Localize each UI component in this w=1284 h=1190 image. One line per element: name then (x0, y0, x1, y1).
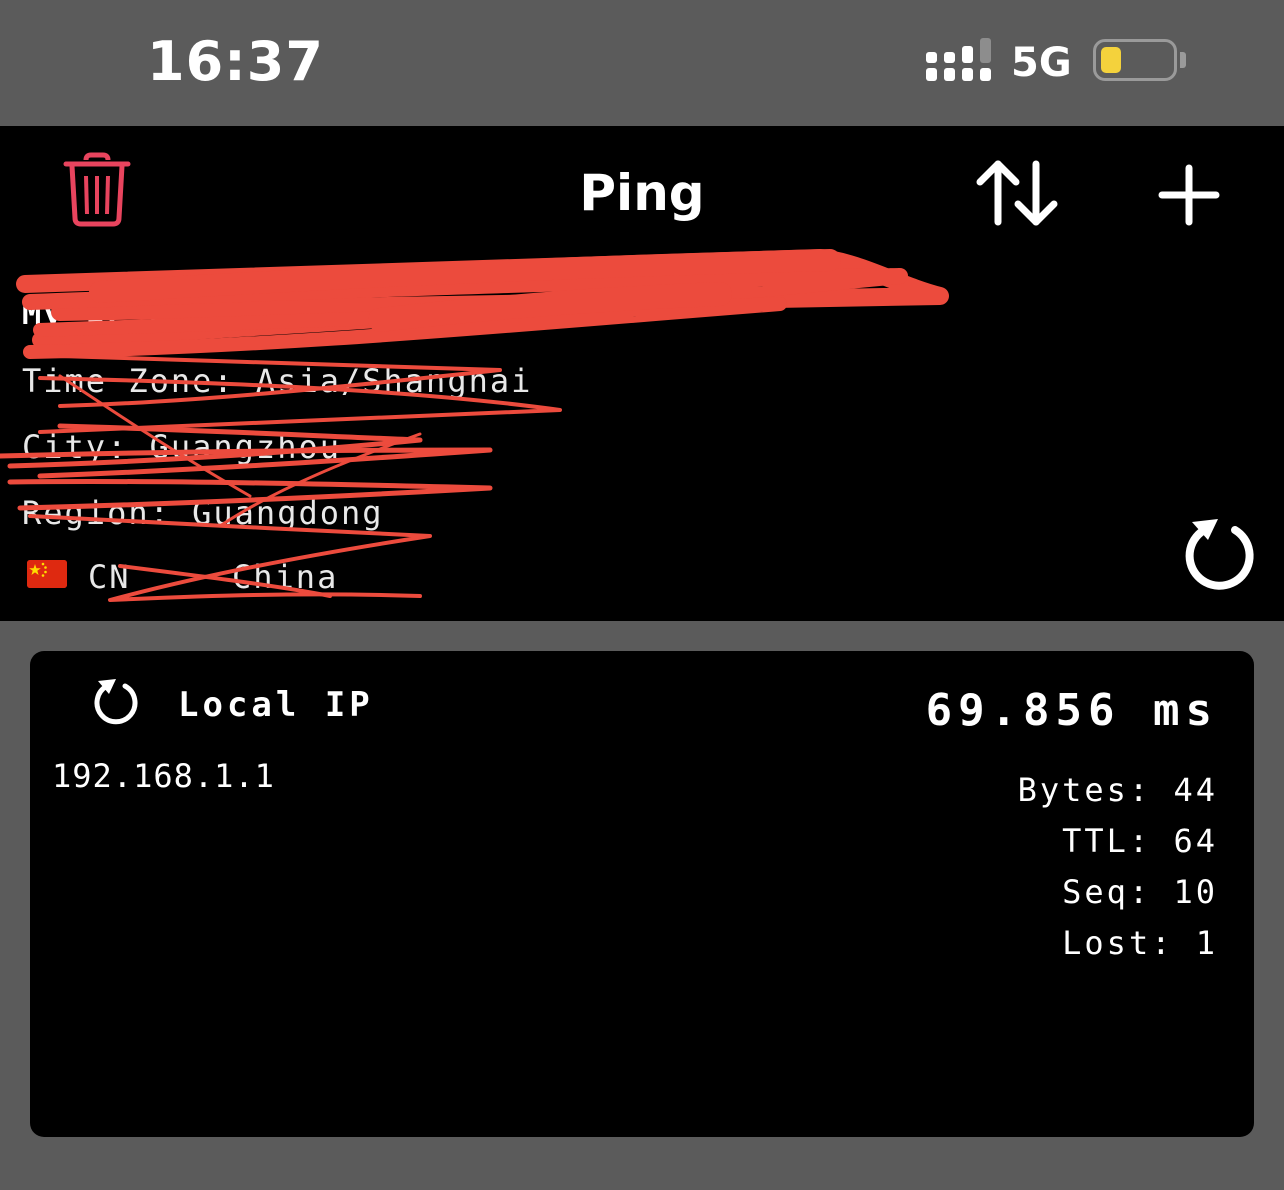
plus-icon[interactable] (1158, 164, 1220, 226)
ttl-stat: TTL: 64 (1062, 822, 1218, 860)
latency-value: 69.856 ms (925, 685, 1218, 736)
country-code: CN (88, 558, 131, 596)
card-title: Local IP (178, 685, 374, 725)
cellular-signal-icon (926, 38, 991, 81)
region-text: Region: Guangdong (22, 494, 384, 532)
refresh-icon[interactable] (1180, 516, 1258, 594)
status-bar: 16:37 5G (0, 0, 1284, 126)
network-type: 5G (1011, 40, 1072, 86)
bytes-stat: Bytes: 44 (1017, 771, 1218, 809)
country-name: China (232, 558, 339, 596)
card-ip-address: 192.168.1.1 (52, 757, 275, 795)
seq-stat: Seq: 10 (1062, 873, 1218, 911)
page-title: Ping (579, 164, 705, 222)
city-text: City: Guangzhou (22, 428, 341, 466)
ip-info-panel: Ping My IP Address: Time Zone: Asia/Shan… (0, 126, 1284, 621)
timezone-text: Time Zone: Asia/Shanghai (22, 362, 533, 400)
battery-level (1101, 47, 1121, 73)
lost-stat: Lost: 1 (1062, 924, 1218, 962)
battery-cap (1180, 52, 1186, 68)
china-flag-icon (27, 560, 67, 588)
ping-card[interactable]: Local IP 192.168.1.1 69.856 ms Bytes: 44… (30, 651, 1254, 1137)
status-time: 16:37 (147, 30, 324, 93)
my-ip-label: My IP Address: (22, 294, 320, 332)
sort-arrows-icon[interactable] (972, 158, 1062, 228)
card-refresh-icon[interactable] (90, 677, 140, 727)
battery-icon (1093, 39, 1177, 81)
